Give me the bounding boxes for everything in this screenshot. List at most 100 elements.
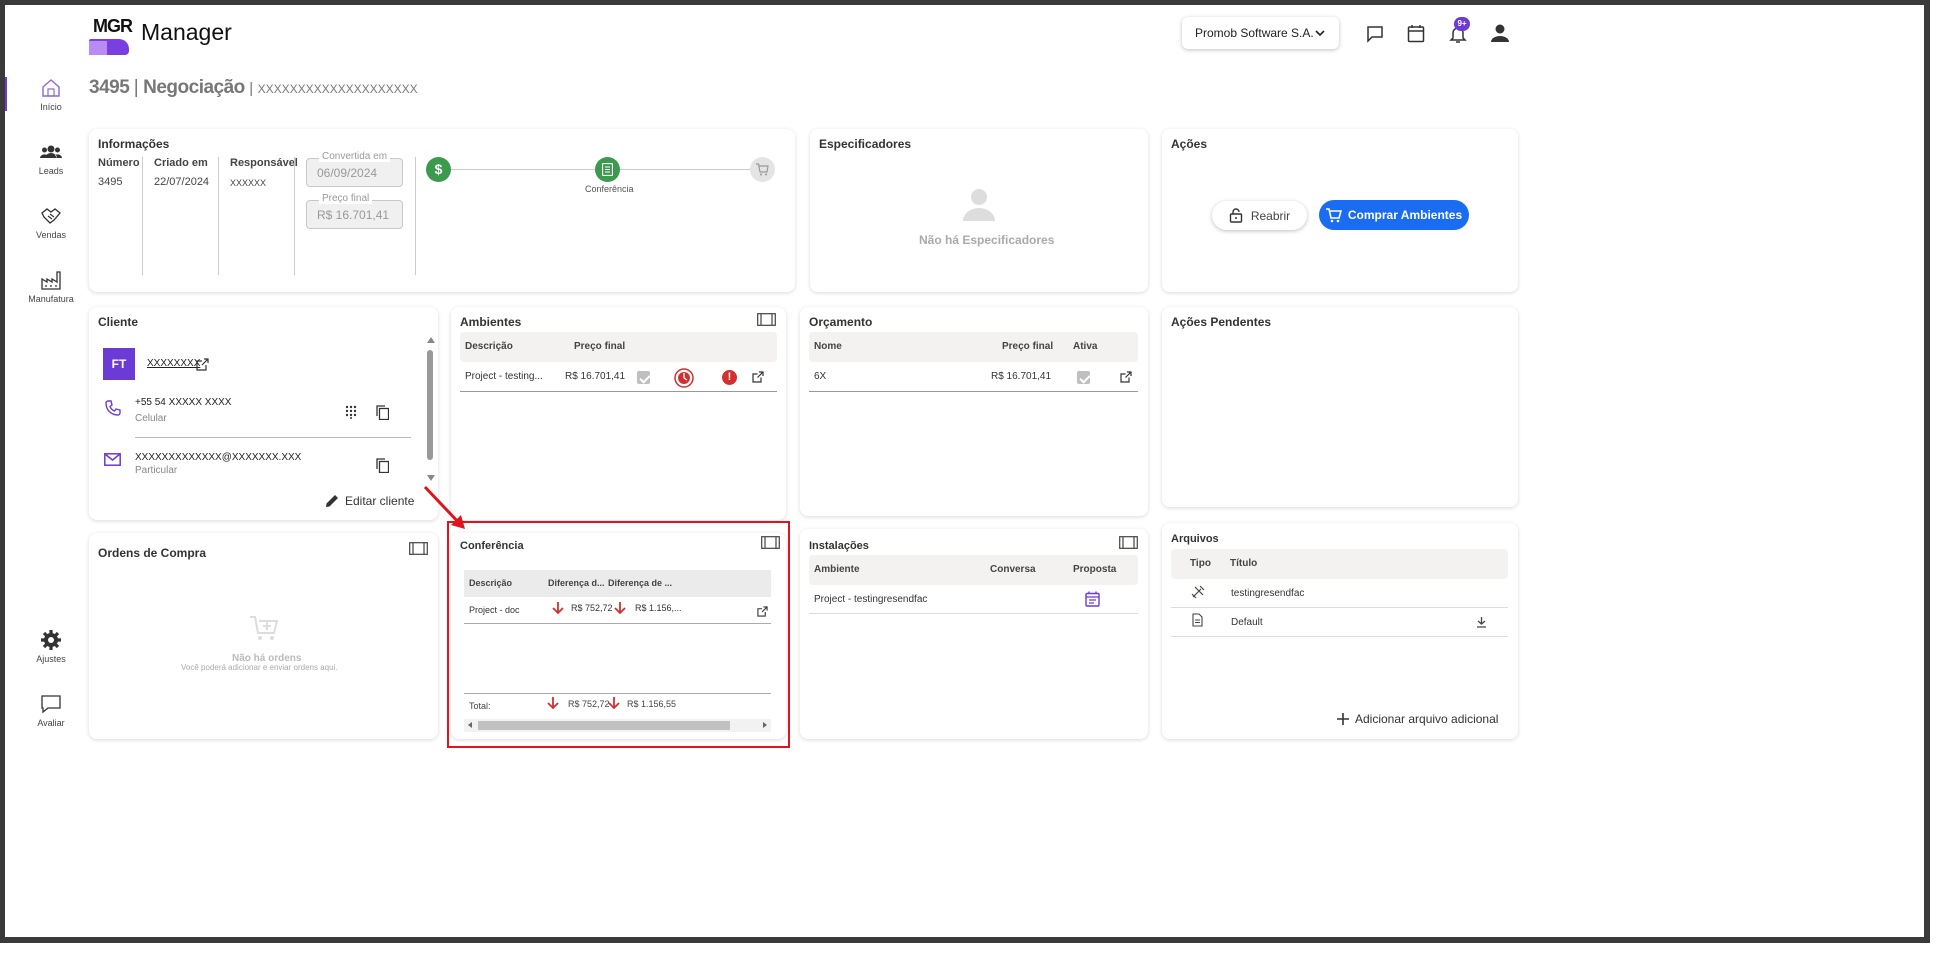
comprar-label: Comprar Ambientes bbox=[1347, 208, 1463, 222]
stepper-active-label: Conferência bbox=[585, 184, 634, 194]
client-phone-type: Celular bbox=[135, 413, 167, 424]
page-title: 3495 | Negociação | XXXXXXXXXXXXXXXXXXXX bbox=[89, 77, 418, 99]
copy-icon[interactable] bbox=[376, 458, 389, 473]
handshake-icon bbox=[41, 208, 61, 224]
responsavel-label: Responsável bbox=[230, 157, 298, 169]
stepper-step-conferencia[interactable] bbox=[595, 157, 620, 182]
document-file-icon bbox=[1192, 613, 1203, 627]
stepper-step-negociacao[interactable]: $ bbox=[426, 157, 451, 182]
preco-final-value: R$ 16.701,41 bbox=[317, 208, 390, 222]
edit-client-button[interactable]: Editar cliente bbox=[325, 493, 414, 508]
informacoes-card: Informações Número 3495 Criado em 22/07/… bbox=[89, 129, 795, 292]
factory-icon bbox=[41, 271, 61, 290]
expand-panel-icon[interactable] bbox=[1119, 536, 1138, 549]
logo[interactable]: MGR bbox=[89, 13, 133, 57]
sidebar-item-inicio[interactable]: Início bbox=[5, 77, 97, 112]
table-row[interactable]: 6X R$ 16.701,41 bbox=[809, 362, 1138, 392]
external-link-icon[interactable] bbox=[752, 371, 764, 383]
convertida-field: Convertida em 06/09/2024 bbox=[306, 151, 403, 187]
sidebar-item-vendas[interactable]: Vendas bbox=[5, 205, 97, 240]
plus-icon bbox=[1337, 713, 1349, 725]
table-row[interactable]: Project - testingresendfac bbox=[809, 585, 1138, 614]
user-account-icon[interactable] bbox=[1490, 23, 1510, 43]
company-selector[interactable]: Promob Software S.A. bbox=[1182, 17, 1339, 49]
feedback-icon bbox=[41, 695, 61, 714]
expand-panel-icon[interactable] bbox=[409, 542, 428, 555]
card-title: Cliente bbox=[98, 315, 139, 329]
person-placeholder-icon bbox=[963, 189, 995, 221]
edit-client-label: Editar cliente bbox=[345, 493, 415, 508]
error-icon[interactable]: ! bbox=[722, 370, 737, 385]
checkbox[interactable] bbox=[637, 371, 650, 384]
reabrir-button[interactable]: Reabrir bbox=[1212, 201, 1307, 230]
add-file-label: Adicionar arquivo adicional bbox=[1355, 712, 1499, 726]
table-header: Nome Preço final Ativa bbox=[809, 332, 1138, 362]
col-titulo: Título bbox=[1230, 558, 1258, 569]
add-file-button[interactable]: Adicionar arquivo adicional bbox=[1337, 712, 1498, 726]
table-row[interactable]: Project - testing... R$ 16.701,41 ! bbox=[460, 362, 777, 392]
col-descricao: Descrição bbox=[465, 341, 513, 352]
client-name-link[interactable]: XXXXXXXX bbox=[147, 358, 200, 369]
timer-warning-icon[interactable] bbox=[674, 368, 694, 388]
preco-final-field: Preço final R$ 16.701,41 bbox=[306, 193, 403, 229]
col-preco: Preço final bbox=[1002, 341, 1054, 352]
cliente-card: Cliente FT XXXXXXXX +55 54 XXXXX XXXX Ce… bbox=[89, 307, 438, 520]
sidebar-item-label: Início bbox=[40, 102, 62, 112]
external-link-icon[interactable] bbox=[1120, 371, 1132, 383]
deal-stage: Negociação bbox=[143, 77, 245, 98]
sidebar-item-ajustes[interactable]: Ajustes bbox=[5, 629, 97, 664]
col-ambiente: Ambiente bbox=[814, 564, 860, 575]
download-icon[interactable] bbox=[1476, 616, 1487, 628]
scrollbar-thumb[interactable] bbox=[427, 350, 433, 460]
sidebar-item-manufatura[interactable]: Manufatura bbox=[5, 269, 97, 304]
table-row[interactable]: testingresendfac bbox=[1171, 579, 1508, 608]
scrollbar[interactable] bbox=[425, 337, 435, 483]
sidebar-item-label: Manufatura bbox=[28, 294, 74, 304]
divider bbox=[135, 437, 411, 438]
comprar-ambientes-button[interactable]: Comprar Ambientes bbox=[1319, 200, 1469, 230]
card-title: Ações Pendentes bbox=[1171, 315, 1272, 329]
instalacoes-card: Instalações Ambiente Conversa Proposta P… bbox=[800, 529, 1148, 739]
client-phone: +55 54 XXXXX XXXX bbox=[135, 397, 232, 408]
col-conversa: Conversa bbox=[990, 564, 1036, 575]
card-title: Orçamento bbox=[809, 315, 873, 329]
dialpad-icon[interactable] bbox=[345, 405, 357, 419]
gear-icon bbox=[41, 630, 61, 650]
ordens-card: Ordens de Compra Não há ordens Você pode… bbox=[89, 533, 438, 739]
col-preco: Preço final bbox=[574, 341, 626, 352]
checkbox[interactable] bbox=[1077, 371, 1090, 384]
tools-icon bbox=[1191, 585, 1205, 599]
cell-descricao: Project - testing... bbox=[465, 371, 543, 382]
reabrir-label: Reabrir bbox=[1250, 208, 1291, 223]
cell-nome: 6X bbox=[814, 371, 827, 382]
card-title: Arquivos bbox=[1171, 533, 1219, 545]
cell-preco: R$ 16.701,41 bbox=[565, 371, 626, 382]
phone-icon bbox=[105, 400, 121, 416]
notification-badge: 9+ bbox=[1454, 17, 1470, 31]
convertida-label: Convertida em bbox=[319, 151, 391, 162]
stepper-step-compra[interactable] bbox=[750, 157, 775, 182]
expand-panel-icon[interactable] bbox=[757, 313, 776, 326]
cell-preco: R$ 16.701,41 bbox=[991, 371, 1052, 382]
copy-icon[interactable] bbox=[376, 405, 389, 420]
card-title: Ações bbox=[1171, 137, 1208, 151]
numero-label: Número bbox=[98, 157, 140, 169]
table-row[interactable]: Default bbox=[1171, 608, 1508, 637]
cart-icon bbox=[1325, 207, 1342, 222]
title-separator: | bbox=[249, 80, 254, 97]
acoes-card: Ações Reabrir Comprar Ambientes bbox=[1162, 129, 1518, 292]
sidebar-item-leads[interactable]: Leads bbox=[5, 143, 97, 176]
proposal-calendar-icon[interactable] bbox=[1085, 591, 1100, 607]
arquivos-card: Arquivos Tipo Título testingresendfac De… bbox=[1162, 523, 1518, 739]
chat-icon[interactable] bbox=[1366, 25, 1384, 43]
card-title: Especificadores bbox=[819, 137, 912, 151]
title-separator: | bbox=[133, 77, 139, 98]
calendar-icon[interactable] bbox=[1407, 24, 1425, 43]
acoes-pendentes-card: Ações Pendentes bbox=[1162, 307, 1518, 507]
app-title: Manager bbox=[141, 19, 232, 45]
preco-final-label: Preço final bbox=[319, 193, 373, 204]
external-link-icon[interactable] bbox=[196, 358, 209, 371]
cart-add-icon bbox=[250, 616, 279, 640]
email-icon bbox=[104, 453, 121, 466]
sidebar-item-avaliar[interactable]: Avaliar bbox=[5, 693, 97, 728]
